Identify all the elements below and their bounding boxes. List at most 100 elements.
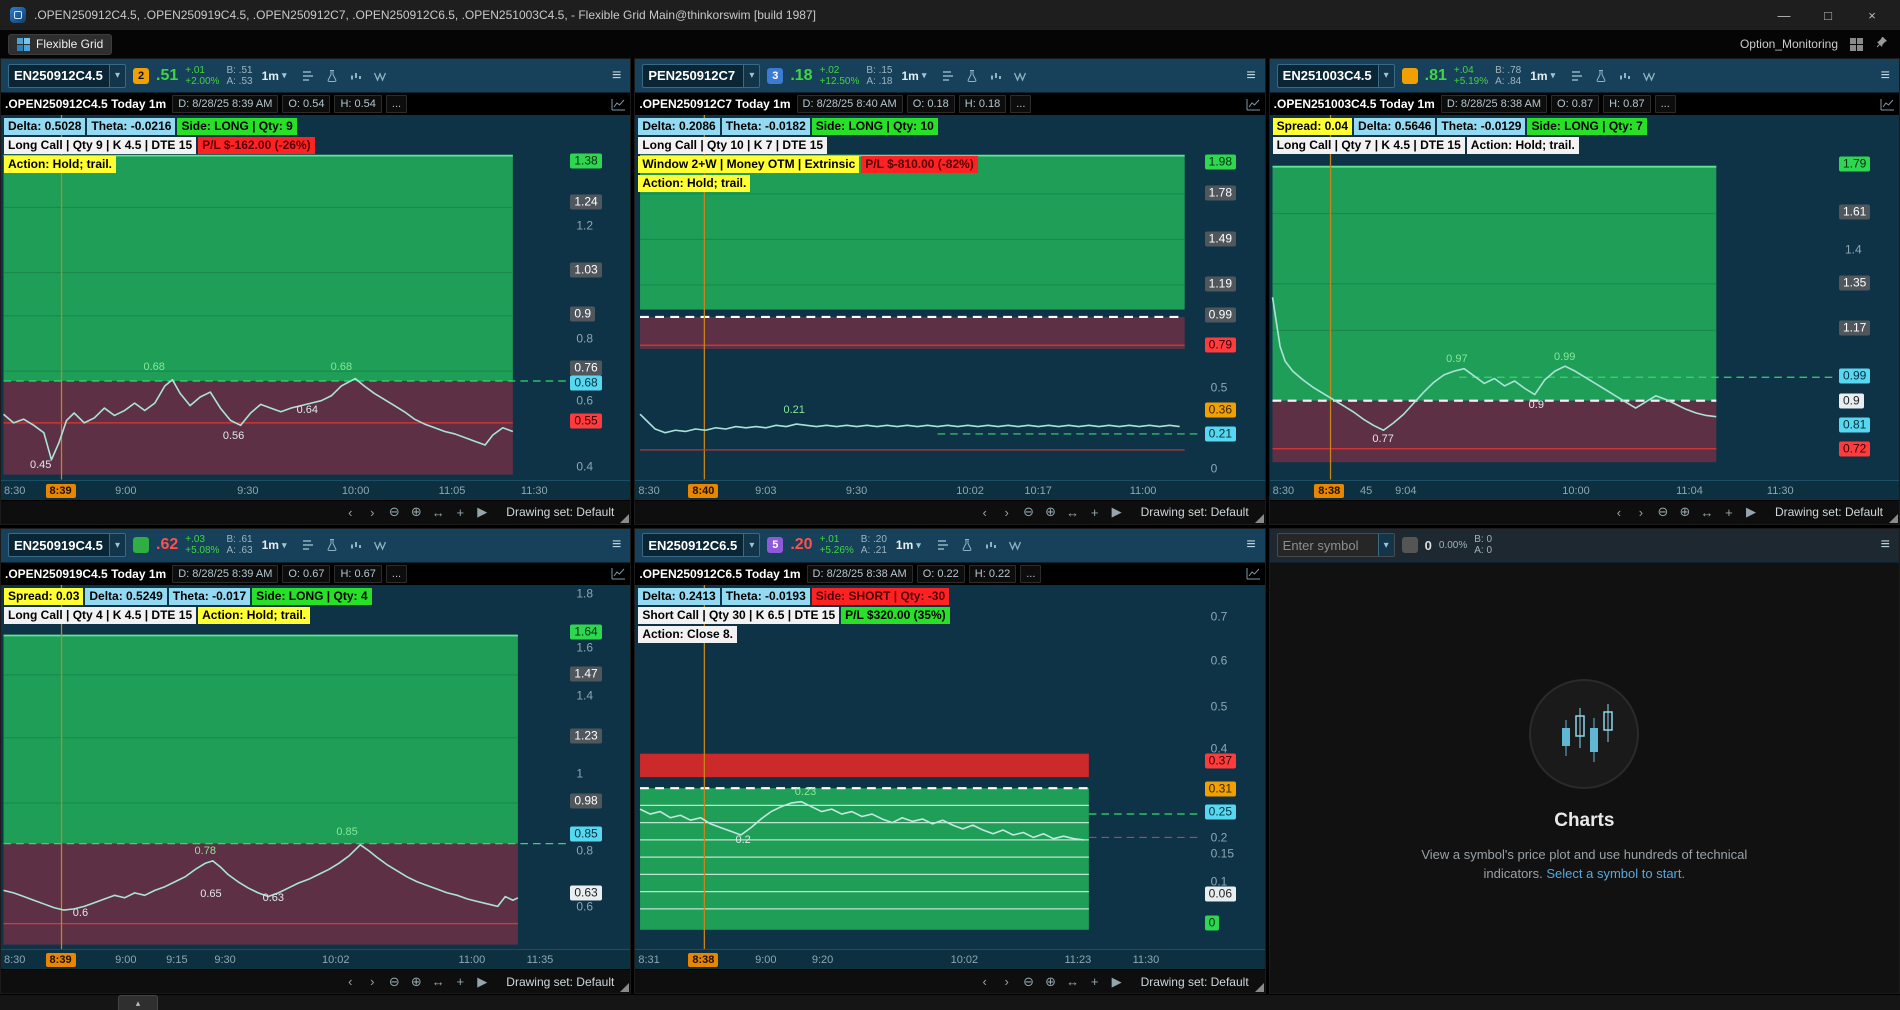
resize-handle[interactable]	[1255, 514, 1264, 523]
link-badge[interactable]: 2	[133, 68, 149, 84]
flexible-grid-tab[interactable]: Flexible Grid	[8, 34, 112, 55]
pan-right-icon[interactable]: ›	[997, 974, 1017, 989]
cursor-icon[interactable]: ▶	[1107, 974, 1127, 990]
symbol-input[interactable]: ▾	[642, 64, 760, 88]
chart-area[interactable]: Delta: 0.2413 Theta: -0.0193 Side: SHORT…	[635, 585, 1264, 950]
chart-style-icon[interactable]	[989, 69, 1003, 83]
chart-style-icon[interactable]	[1618, 69, 1632, 83]
symbol-input[interactable]: ▾	[8, 533, 126, 557]
zoom-in-icon[interactable]: ⊕	[1041, 504, 1061, 520]
symbol-dropdown-icon[interactable]: ▾	[1378, 534, 1394, 556]
pan-left-icon[interactable]: ‹	[340, 974, 360, 989]
symbol-dropdown-icon[interactable]: ▾	[1378, 65, 1394, 87]
symbol-field[interactable]	[643, 534, 743, 556]
zoom-out-icon[interactable]: ⊖	[384, 974, 404, 990]
chart-settings-icon[interactable]	[1246, 567, 1261, 580]
plot-area[interactable]: 0.97 0.99 0.9 0.77	[1270, 115, 1837, 480]
cursor-icon[interactable]: ▶	[1741, 504, 1761, 520]
fit-width-icon[interactable]: ↔	[1063, 505, 1083, 520]
timeframe-selector[interactable]: 1m ▾	[896, 538, 921, 552]
pattern-icon[interactable]	[1642, 69, 1656, 83]
symbol-dropdown-icon[interactable]: ▾	[743, 534, 759, 556]
chart-settings-icon[interactable]	[1880, 98, 1895, 111]
pan-left-icon[interactable]: ‹	[1609, 505, 1629, 520]
chart-settings-icon[interactable]	[611, 567, 626, 580]
drawing-set-selector[interactable]: Drawing set: Default	[1141, 505, 1249, 519]
symbol-input[interactable]: ▾	[8, 64, 126, 88]
close-button[interactable]: ×	[1854, 8, 1890, 23]
zoom-in-icon[interactable]: ⊕	[406, 974, 426, 990]
dock-expand-tab[interactable]: ▴	[118, 995, 158, 1010]
panel-menu-icon[interactable]: ≡	[610, 536, 623, 554]
drawing-set-selector[interactable]: Drawing set: Default	[1141, 975, 1249, 989]
analyze-flask-icon[interactable]	[960, 538, 974, 552]
symbol-input[interactable]: ▾	[1277, 64, 1395, 88]
resize-handle[interactable]	[620, 514, 629, 523]
symbol-dropdown-icon[interactable]: ▾	[109, 534, 125, 556]
symbol-field[interactable]	[1278, 534, 1378, 556]
symbol-field[interactable]	[643, 65, 743, 87]
select-symbol-link[interactable]: Select a symbol to start.	[1546, 866, 1685, 881]
pattern-icon[interactable]	[1013, 69, 1027, 83]
pan-right-icon[interactable]: ›	[1631, 505, 1651, 520]
chart-area[interactable]: Delta: 0.2086 Theta: -0.0182 Side: LONG …	[635, 115, 1264, 480]
pattern-icon[interactable]	[1008, 538, 1022, 552]
symbol-dropdown-icon[interactable]: ▾	[109, 65, 125, 87]
symbol-input[interactable]: ▾	[642, 533, 760, 557]
zoom-in-icon[interactable]: ⊕	[1041, 974, 1061, 990]
analyze-flask-icon[interactable]	[965, 69, 979, 83]
volume-profile-icon[interactable]	[936, 538, 950, 552]
chart-style-icon[interactable]	[984, 538, 998, 552]
pan-left-icon[interactable]: ‹	[975, 505, 995, 520]
symbol-field[interactable]	[1278, 65, 1378, 87]
pattern-icon[interactable]	[373, 69, 387, 83]
zoom-out-icon[interactable]: ⊖	[1019, 974, 1039, 990]
volume-profile-icon[interactable]	[1570, 69, 1584, 83]
fit-width-icon[interactable]: ↔	[1697, 505, 1717, 520]
workspace-name[interactable]: Option_Monitoring	[1740, 37, 1838, 51]
drawing-set-selector[interactable]: Drawing set: Default	[506, 975, 614, 989]
panel-menu-icon[interactable]: ≡	[1244, 536, 1257, 554]
chart-style-icon[interactable]	[349, 69, 363, 83]
panel-menu-icon[interactable]: ≡	[610, 67, 623, 85]
zoom-out-icon[interactable]: ⊖	[384, 504, 404, 520]
drawing-set-selector[interactable]: Drawing set: Default	[506, 505, 614, 519]
zoom-out-icon[interactable]: ⊖	[1653, 504, 1673, 520]
symbol-input[interactable]: ▾	[1277, 533, 1395, 557]
chart-settings-icon[interactable]	[1246, 98, 1261, 111]
zoom-in-icon[interactable]: ⊕	[1675, 504, 1695, 520]
drawing-set-selector[interactable]: Drawing set: Default	[1775, 505, 1883, 519]
resize-handle[interactable]	[1255, 983, 1264, 992]
crosshair-icon[interactable]: +	[1719, 505, 1739, 520]
chart-area[interactable]: Spread: 0.04 Delta: 0.5646 Theta: -0.012…	[1270, 115, 1899, 480]
cursor-icon[interactable]: ▶	[472, 504, 492, 520]
cursor-icon[interactable]: ▶	[1107, 504, 1127, 520]
link-badge[interactable]: 5	[767, 537, 783, 553]
resize-handle[interactable]	[620, 983, 629, 992]
zoom-in-icon[interactable]: ⊕	[406, 504, 426, 520]
resize-handle[interactable]	[1889, 514, 1898, 523]
crosshair-icon[interactable]: +	[450, 505, 470, 520]
symbol-field[interactable]	[9, 534, 109, 556]
pin-icon[interactable]	[1875, 36, 1888, 52]
panel-menu-icon[interactable]: ≡	[1244, 67, 1257, 85]
symbol-dropdown-icon[interactable]: ▾	[743, 65, 759, 87]
timeframe-selector[interactable]: 1m ▾	[901, 69, 926, 83]
link-badge[interactable]: 3	[767, 68, 783, 84]
timeframe-selector[interactable]: 1m ▾	[262, 69, 287, 83]
pattern-icon[interactable]	[373, 538, 387, 552]
chart-area[interactable]: Delta: 0.5028 Theta: -0.0216 Side: LONG …	[1, 115, 630, 480]
symbol-field[interactable]	[9, 65, 109, 87]
crosshair-icon[interactable]: +	[1085, 505, 1105, 520]
timeframe-selector[interactable]: 1m ▾	[1530, 69, 1555, 83]
crosshair-icon[interactable]: +	[1085, 974, 1105, 989]
chart-style-icon[interactable]	[349, 538, 363, 552]
panel-menu-icon[interactable]: ≡	[1879, 67, 1892, 85]
pan-left-icon[interactable]: ‹	[340, 505, 360, 520]
pan-right-icon[interactable]: ›	[997, 505, 1017, 520]
chart-settings-icon[interactable]	[611, 98, 626, 111]
pan-right-icon[interactable]: ›	[362, 505, 382, 520]
analyze-flask-icon[interactable]	[1594, 69, 1608, 83]
zoom-out-icon[interactable]: ⊖	[1019, 504, 1039, 520]
analyze-flask-icon[interactable]	[325, 538, 339, 552]
